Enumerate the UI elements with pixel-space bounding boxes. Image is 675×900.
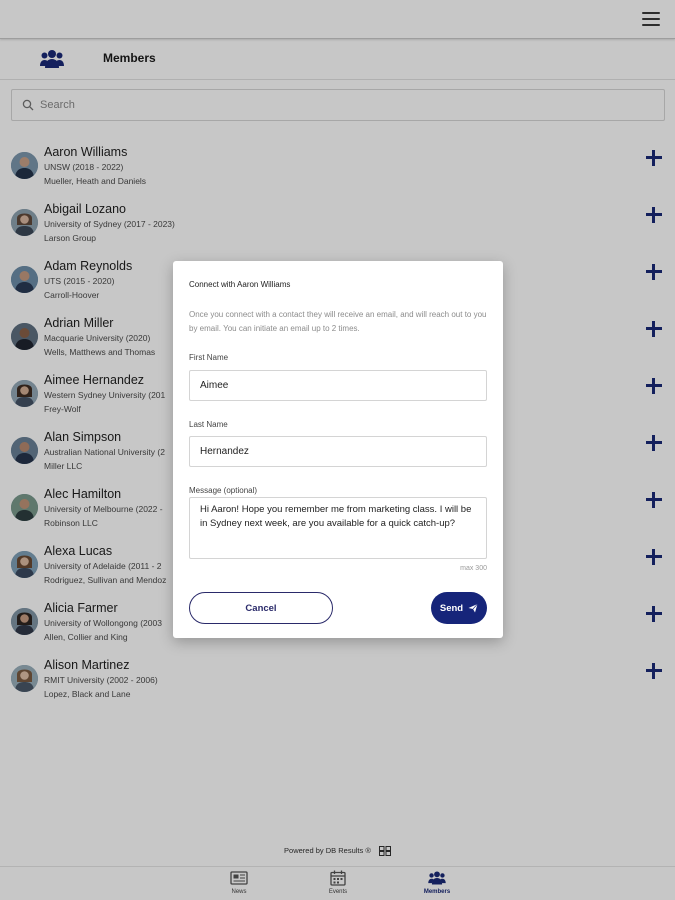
send-button[interactable]: Send [431,592,487,624]
message-label: Message (optional) [189,486,258,495]
connect-dialog: Connect with Aaron Williams Once you con… [173,261,503,638]
message-max-hint: max 300 [460,565,487,572]
dialog-title: Connect with Aaron Williams [189,280,291,289]
send-button-label: Send [439,602,464,614]
cancel-button[interactable]: Cancel [189,592,333,624]
last-name-field[interactable] [189,436,487,467]
last-name-label: Last Name [189,420,228,429]
first-name-label: First Name [189,353,229,362]
message-textarea[interactable]: Hi Aaron! Hope you remember me from mark… [189,497,487,559]
dialog-description: Once you connect with a contact they wil… [189,310,487,333]
paper-plane-icon [468,603,478,613]
first-name-field[interactable] [189,370,487,401]
